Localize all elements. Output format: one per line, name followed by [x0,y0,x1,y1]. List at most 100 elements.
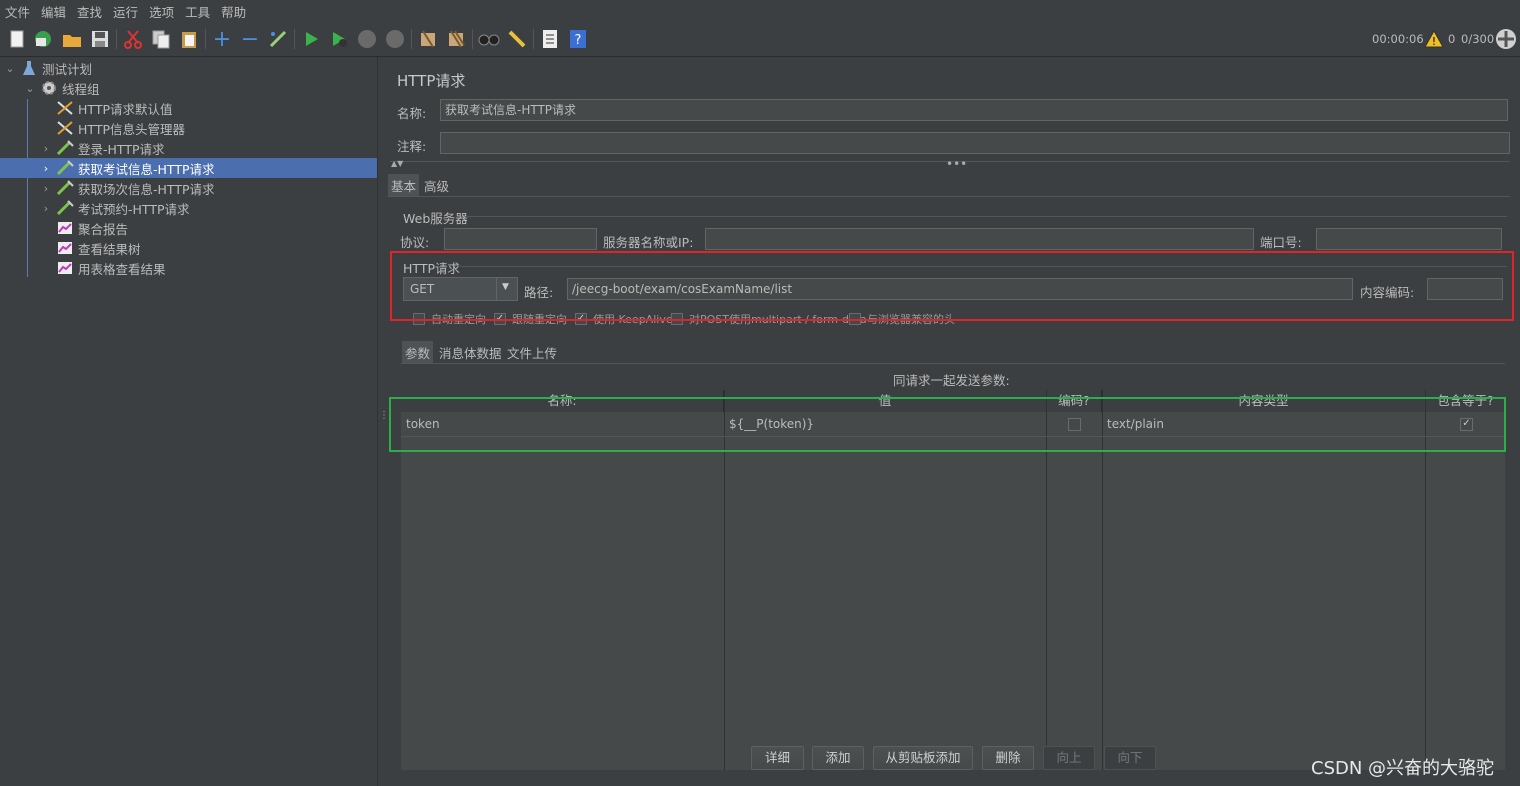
tab-basic[interactable]: 基本 [388,174,420,197]
menu-bar: 文件 编辑 查找 运行 选项 工具 帮助 [0,0,1520,22]
reset-search-icon[interactable] [506,28,528,50]
toolbar-separator [205,29,206,49]
server-field[interactable] [705,228,1254,250]
tree-node-header-manager[interactable]: HTTP信息头管理器 [40,118,185,138]
add-button[interactable]: 添加 [812,746,864,770]
collapse-arrows-icon[interactable]: ▲▼ [391,159,403,168]
copy-icon[interactable] [150,28,172,50]
svg-text:?: ? [575,33,582,48]
toolbar-separator [294,29,295,49]
start-icon[interactable] [300,28,322,50]
new-file-icon[interactable] [6,28,28,50]
tree-node-thread-group[interactable]: ⌄ 线程组 [24,78,100,98]
tree-label: 获取考试信息-HTTP请求 [78,161,215,177]
tree-node-login-request[interactable]: › 登录-HTTP请求 [40,138,165,158]
cut-icon[interactable] [122,28,144,50]
chevron-right-icon[interactable]: › [40,162,52,175]
tree-label: 用表格查看结果 [78,261,166,277]
function-helper-icon[interactable] [539,28,561,50]
highlight-box-green [389,397,1506,452]
protocol-field[interactable] [444,228,597,250]
toolbar-separator [472,29,473,49]
toggle-icon[interactable] [267,28,289,50]
chevron-down-icon[interactable]: ⌄ [4,62,16,75]
server-label: 服务器名称或IP: [603,235,694,250]
menu-file[interactable]: 文件 [0,2,36,21]
tab-file-upload[interactable]: 文件上传 [504,341,560,364]
tab-parameters[interactable]: 参数 [402,341,434,364]
pipette-icon [56,180,74,196]
menu-options[interactable]: 选项 [144,2,180,21]
tab-advanced[interactable]: 高级 [421,174,452,197]
tree-node-test-plan[interactable]: ⌄ 测试计划 [4,58,92,78]
menu-help[interactable]: 帮助 [216,2,252,21]
move-up-button[interactable]: 向上 [1043,746,1095,770]
tree-label: 测试计划 [42,61,93,77]
name-field[interactable]: 获取考试信息-HTTP请求 [440,99,1508,121]
menu-run[interactable]: 运行 [108,2,144,21]
collapse-all-icon[interactable]: − [239,27,261,52]
chevron-down-icon[interactable]: ⌄ [24,82,36,95]
port-field[interactable] [1316,228,1502,250]
drag-dots-icon[interactable]: ••• [946,157,967,171]
tab-divider [388,196,1510,197]
tree-label: HTTP请求默认值 [78,101,173,117]
tree-label: 考试预约-HTTP请求 [78,201,190,217]
tree-node-results-tree[interactable]: 查看结果树 [40,238,141,258]
start-no-pause-icon[interactable] [328,28,350,50]
move-down-button[interactable]: 向下 [1104,746,1156,770]
tree-node-aggregate-report[interactable]: 聚合报告 [40,218,128,238]
chart-icon [56,240,74,256]
gear-icon [40,80,58,96]
panel-title: HTTP请求 [397,72,466,90]
tree-node-http-defaults[interactable]: HTTP请求默认值 [40,98,173,118]
clear-icon[interactable] [417,28,439,50]
tools-icon [56,120,74,136]
delete-button[interactable]: 删除 [982,746,1034,770]
shutdown-icon[interactable] [384,28,406,50]
tree-label: 线程组 [62,81,100,97]
toolbar-separator [116,29,117,49]
help-icon[interactable]: ? [567,28,589,50]
search-icon[interactable] [478,28,500,50]
save-icon[interactable] [89,28,111,50]
flask-icon [20,60,38,76]
menu-search[interactable]: 查找 [72,2,108,21]
expand-all-icon[interactable]: + [211,27,233,52]
chevron-right-icon[interactable]: › [40,202,52,215]
protocol-label: 协议: [400,235,430,250]
tree-node-get-exam-info[interactable]: › 获取考试信息-HTTP请求 [0,158,377,178]
params-caption: 同请求一起发送参数: [893,373,1010,388]
warning-icon[interactable]: ! [1424,29,1444,51]
paste-icon[interactable] [178,28,200,50]
comment-field[interactable] [440,132,1510,154]
web-server-group-title: Web服务器 [403,211,468,226]
watermark: CSDN @兴奋的大骆驼 [1311,758,1495,779]
remote-status-icon [1494,27,1518,54]
splitter-handle[interactable]: ⋮ [379,411,389,429]
tree-node-exam-booking[interactable]: › 考试预约-HTTP请求 [40,198,190,218]
menu-tools[interactable]: 工具 [180,2,216,21]
chevron-right-icon[interactable]: › [40,182,52,195]
tree-node-get-session-info[interactable]: › 获取场次信息-HTTP请求 [40,178,215,198]
tree-label: 查看结果树 [78,241,141,257]
tree-guide-line [27,99,28,277]
chart-icon [56,220,74,236]
add-from-clipboard-button[interactable]: 从剪贴板添加 [873,746,973,770]
chevron-right-icon[interactable]: › [40,142,52,155]
menu-edit[interactable]: 编辑 [36,2,72,21]
clear-all-icon[interactable] [445,28,467,50]
detail-button[interactable]: 详细 [751,746,804,770]
elapsed-time: 00:00:06 [1372,32,1424,46]
tree-label: 聚合报告 [78,221,129,237]
tree-label: 登录-HTTP请求 [78,141,165,157]
templates-icon[interactable] [32,28,54,50]
tree-label: HTTP信息头管理器 [78,121,185,137]
stop-icon[interactable] [356,28,378,50]
tab-divider [401,363,1505,364]
open-folder-icon[interactable] [61,28,83,50]
pipette-icon [56,140,74,156]
tab-body-data[interactable]: 消息体数据 [436,341,505,364]
tree-node-results-table[interactable]: 用表格查看结果 [40,258,166,278]
group-border [467,216,1507,217]
